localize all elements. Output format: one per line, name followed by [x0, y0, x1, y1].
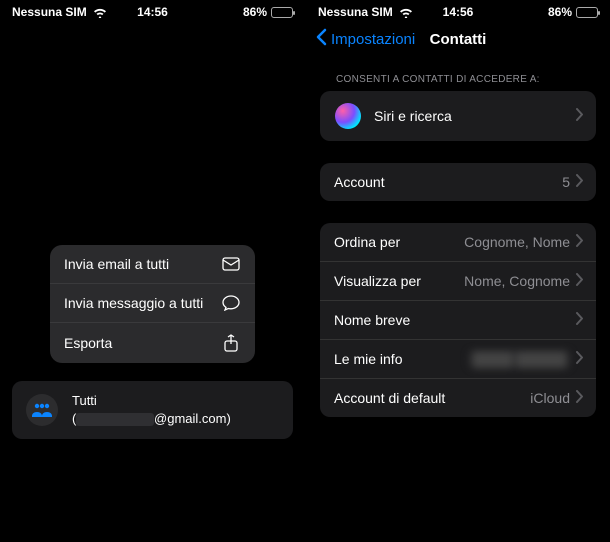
row-short-name[interactable]: Nome breve	[320, 301, 596, 340]
group-subtitle: (████████@gmail.com)	[72, 410, 231, 428]
page-title: Contatti	[430, 31, 487, 48]
screen-groups: Nessuna SIM 14:56 86% Invia email a tutt…	[0, 0, 305, 542]
menu-message-all[interactable]: Invia messaggio a tutti	[50, 284, 255, 323]
chevron-right-icon	[576, 390, 584, 406]
row-display-by[interactable]: Visualizza per Nome, Cognome	[320, 262, 596, 301]
battery-indicator: 86%	[243, 5, 293, 19]
menu-label: Invia messaggio a tutti	[64, 295, 203, 311]
row-account[interactable]: Account 5	[320, 163, 596, 201]
share-icon	[221, 334, 241, 352]
context-menu: Invia email a tutti Invia messaggio a tu…	[50, 245, 255, 363]
nav-bar: Impostazioni Contatti	[306, 22, 610, 58]
chevron-right-icon	[576, 234, 584, 250]
chevron-left-icon	[316, 28, 327, 50]
my-info-value: ████ █████	[469, 351, 570, 367]
mail-icon	[221, 257, 241, 271]
chevron-right-icon	[576, 174, 584, 190]
menu-label: Esporta	[64, 335, 112, 351]
menu-export[interactable]: Esporta	[50, 323, 255, 363]
group-avatar-icon	[26, 394, 58, 426]
screen-contacts-settings: Nessuna SIM 14:56 86% Impostazioni Conta…	[305, 0, 610, 542]
chevron-right-icon	[576, 351, 584, 367]
message-icon	[221, 295, 241, 311]
back-button[interactable]: Impostazioni	[316, 28, 415, 50]
row-default-account[interactable]: Account di default iCloud	[320, 379, 596, 417]
status-bar: Nessuna SIM 14:56 86%	[306, 0, 610, 22]
carrier-label: Nessuna SIM	[318, 5, 393, 19]
clock: 14:56	[137, 5, 168, 19]
row-siri-search[interactable]: Siri e ricerca	[320, 91, 596, 141]
siri-icon	[334, 102, 362, 130]
carrier-label: Nessuna SIM	[12, 5, 87, 19]
wifi-icon	[399, 7, 413, 18]
group-siri: Siri e ricerca	[320, 91, 596, 141]
battery-indicator: 86%	[548, 5, 598, 19]
chevron-right-icon	[576, 312, 584, 328]
back-label: Impostazioni	[331, 31, 415, 48]
group-account: Account 5	[320, 163, 596, 201]
account-count: 5	[562, 174, 570, 190]
group-all-contacts[interactable]: Tutti (████████@gmail.com)	[12, 381, 293, 439]
section-header-allow: CONSENTI A CONTATTI DI ACCEDERE A:	[306, 58, 610, 91]
menu-email-all[interactable]: Invia email a tutti	[50, 245, 255, 284]
row-my-info[interactable]: Le mie info ████ █████	[320, 340, 596, 379]
chevron-right-icon	[576, 108, 584, 124]
chevron-right-icon	[576, 273, 584, 289]
wifi-icon	[93, 7, 107, 18]
group-text: Tutti (████████@gmail.com)	[72, 392, 231, 428]
menu-label: Invia email a tutti	[64, 256, 169, 272]
group-display-settings: Ordina per Cognome, Nome Visualizza per …	[320, 223, 596, 417]
status-bar: Nessuna SIM 14:56 86%	[0, 0, 305, 22]
row-sort-by[interactable]: Ordina per Cognome, Nome	[320, 223, 596, 262]
clock: 14:56	[443, 5, 474, 19]
group-title: Tutti	[72, 392, 231, 410]
